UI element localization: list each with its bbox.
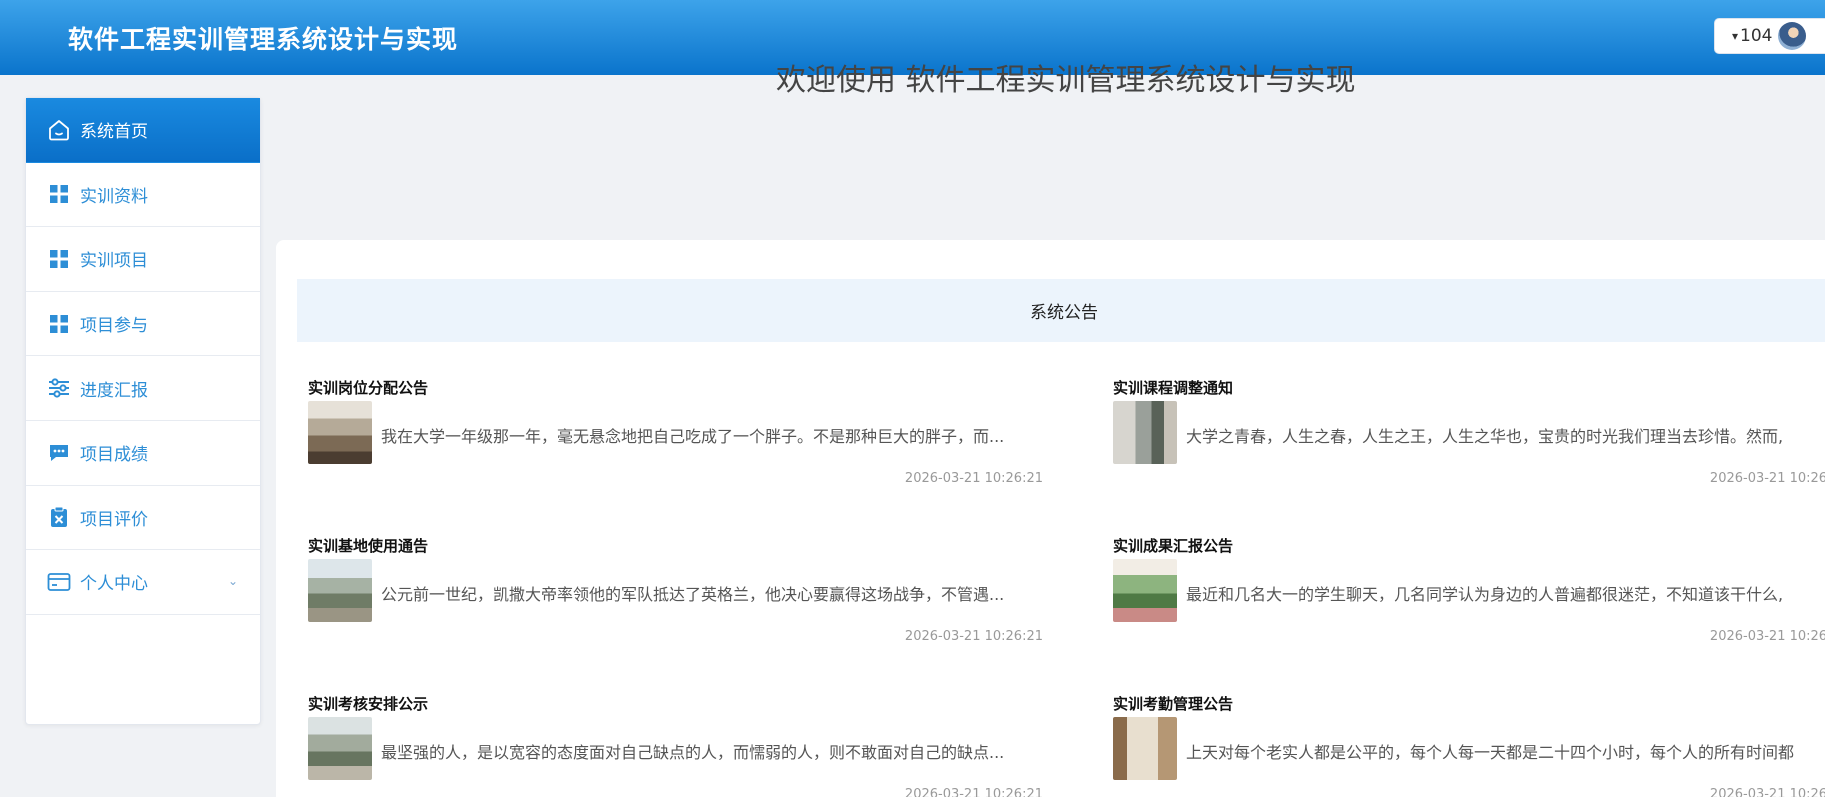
notice-card-excerpt: 最坚强的人，是以宽容的态度面对自己缺点的人，而懦弱的人，则不敢面对自己的缺点..… (381, 743, 1005, 762)
grid-icon (47, 247, 71, 271)
notice-card-date: 2026-03-21 10:26:21 (904, 787, 1043, 797)
avatar[interactable] (1778, 22, 1807, 50)
notice-card-excerpt: 上天对每个老实人都是公平的，每个人每一天都是二十四个小时，每个人的所有时间都 (1186, 743, 1795, 762)
sidebar-item-project-participation[interactable]: 项目参与 (26, 292, 260, 357)
notice-card[interactable]: 实训考核安排公示 最坚强的人，是以宽容的态度面对自己缺点的人，而懦弱的人，则不敢… (308, 693, 1058, 797)
notice-title: 系统公告 (1030, 303, 1098, 323)
sidebar-item-training-projects[interactable]: 实训项目 (26, 227, 260, 292)
chevron-down-icon[interactable]: ⌄ (228, 574, 238, 588)
notice-card-image[interactable] (308, 401, 372, 464)
notice-card-title[interactable]: 实训课程调整通知 (1113, 377, 1233, 398)
home-icon (47, 118, 71, 142)
grid-icon (47, 312, 71, 336)
sidebar-item-label: 项目成绩 (80, 445, 148, 466)
notice-card-date: 2026-03-21 10:26:21 (1709, 471, 1825, 486)
sidebar-item-training-materials[interactable]: 实训资料 (26, 163, 260, 228)
card-icon (47, 570, 71, 594)
welcome-text: 欢迎使用 软件工程实训管理系统设计与实现 (776, 63, 1356, 98)
notice-card-title[interactable]: 实训考勤管理公告 (1113, 693, 1233, 714)
notice-card[interactable]: 实训基地使用通告 公元前一世纪，凯撒大帝率领他的军队抵达了英格兰，他决心要赢得这… (308, 535, 1058, 655)
sidebar: 系统首页 实训资料 实训项目 项目参与 进度汇报 项目成绩 项目评价 个人中心 … (25, 97, 261, 725)
sidebar-item-label: 个人中心 (80, 574, 148, 595)
sidebar-item-label: 实训资料 (80, 186, 148, 207)
notice-card[interactable]: 实训成果汇报公告 最近和几名大一的学生聊天，几名同学认为身边的人普遍都很迷茫，不… (1113, 535, 1825, 655)
notice-card-excerpt: 我在大学一年级那一年，毫无悬念地把自己吃成了一个胖子。不是那种巨大的胖子，而..… (381, 427, 1005, 446)
notice-header: 系统公告 (297, 279, 1825, 342)
sidebar-item-label: 项目参与 (80, 316, 148, 337)
notice-card-excerpt: 大学之青春，人生之春，人生之王，人生之华也，宝贵的时光我们理当去珍惜。然而, (1186, 427, 1784, 446)
notice-card-title[interactable]: 实训基地使用通告 (308, 535, 428, 556)
notice-card-date: 2026-03-21 10:26:21 (904, 471, 1043, 486)
welcome-area: 欢迎使用 软件工程实训管理系统设计与实现 (276, 55, 1825, 235)
notice-card-image[interactable] (308, 717, 372, 780)
notice-card-image[interactable] (1113, 559, 1177, 622)
sidebar-item-home[interactable]: 系统首页 (26, 98, 260, 163)
notice-card[interactable]: 实训岗位分配公告 我在大学一年级那一年，毫无悬念地把自己吃成了一个胖子。不是那种… (308, 377, 1058, 497)
notice-panel: 系统公告 实训岗位分配公告 我在大学一年级那一年，毫无悬念地把自己吃成了一个胖子… (276, 240, 1825, 797)
notice-card-title[interactable]: 实训成果汇报公告 (1113, 535, 1233, 556)
notice-card[interactable]: 实训课程调整通知 大学之青春，人生之春，人生之王，人生之华也，宝贵的时光我们理当… (1113, 377, 1825, 497)
app-title: 软件工程实训管理系统设计与实现 (68, 25, 459, 54)
user-menu[interactable]: ▾ 104 (1714, 18, 1825, 54)
sidebar-item-project-evaluation[interactable]: 项目评价 (26, 486, 260, 551)
grid-icon (47, 182, 71, 206)
clipboard-icon (47, 505, 71, 529)
notice-card-title[interactable]: 实训岗位分配公告 (308, 377, 428, 398)
dropdown-caret-icon: ▾ (1732, 29, 1739, 43)
user-name: 104 (1740, 26, 1773, 46)
notice-card-excerpt: 最近和几名大一的学生聊天，几名同学认为身边的人普遍都很迷茫，不知道该干什么, (1186, 585, 1784, 604)
sidebar-item-label: 系统首页 (80, 122, 148, 143)
notice-card-title[interactable]: 实训考核安排公示 (308, 693, 428, 714)
notice-card-date: 2026-03-21 10:26:21 (904, 629, 1043, 644)
sidebar-item-label: 项目评价 (80, 509, 148, 530)
notice-card-image[interactable] (308, 559, 372, 622)
notice-card-image[interactable] (1113, 717, 1177, 780)
sidebar-item-progress-report[interactable]: 进度汇报 (26, 356, 260, 421)
sidebar-item-label: 实训项目 (80, 251, 148, 272)
notice-card-image[interactable] (1113, 401, 1177, 464)
notice-card-date: 2026-03-21 10:26:21 (1709, 787, 1825, 797)
notice-card-date: 2026-03-21 10:26:21 (1709, 629, 1825, 644)
chat-icon (47, 441, 71, 465)
sidebar-item-personal-center[interactable]: 个人中心 ⌄ (26, 550, 260, 615)
notice-card[interactable]: 实训考勤管理公告 上天对每个老实人都是公平的，每个人每一天都是二十四个小时，每个… (1113, 693, 1825, 797)
sliders-icon (47, 376, 71, 400)
sidebar-item-project-grades[interactable]: 项目成绩 (26, 421, 260, 486)
sidebar-item-label: 进度汇报 (80, 380, 148, 401)
notice-card-excerpt: 公元前一世纪，凯撒大帝率领他的军队抵达了英格兰，他决心要赢得这场战争，不管遇..… (381, 585, 1005, 604)
